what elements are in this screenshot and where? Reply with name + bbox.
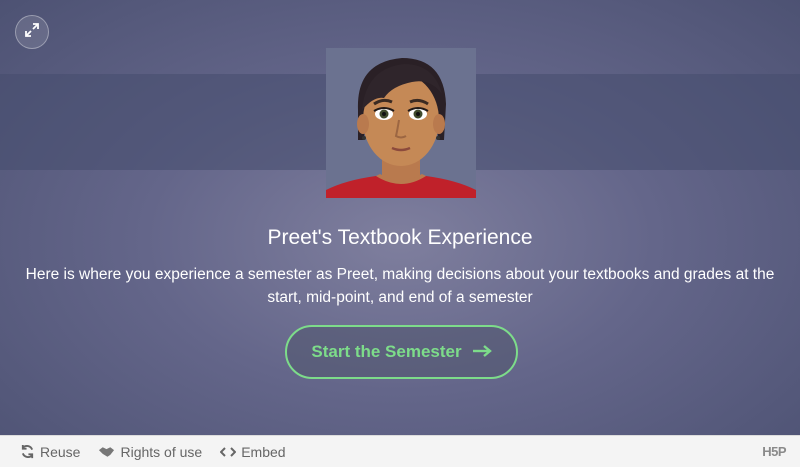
rights-of-use-label: Rights of use bbox=[120, 443, 203, 460]
start-semester-button[interactable]: Start the Semester bbox=[285, 325, 518, 379]
handshake-icon bbox=[98, 445, 115, 459]
code-icon bbox=[220, 446, 237, 458]
reuse-icon bbox=[20, 444, 35, 459]
reuse-button[interactable]: Reuse bbox=[20, 444, 80, 460]
h5p-footer: Reuse Rights of use Embed H5P bbox=[0, 435, 800, 467]
embed-label: Embed bbox=[241, 443, 286, 460]
character-portrait bbox=[326, 48, 476, 198]
embed-button[interactable]: Embed bbox=[220, 443, 286, 460]
expand-icon bbox=[24, 22, 40, 43]
content-stage: Preet's Textbook Experience Here is wher… bbox=[0, 0, 800, 435]
rights-of-use-button[interactable]: Rights of use bbox=[98, 444, 202, 460]
intro-description: Here is where you experience a semester … bbox=[25, 266, 775, 306]
arrow-right-icon bbox=[472, 342, 492, 362]
fullscreen-button[interactable] bbox=[15, 15, 49, 49]
start-semester-label: Start the Semester bbox=[311, 342, 462, 361]
reuse-label: Reuse bbox=[40, 443, 81, 460]
h5p-logo[interactable]: H5P bbox=[762, 444, 786, 459]
intro-title: Preet's Textbook Experience bbox=[267, 226, 533, 249]
